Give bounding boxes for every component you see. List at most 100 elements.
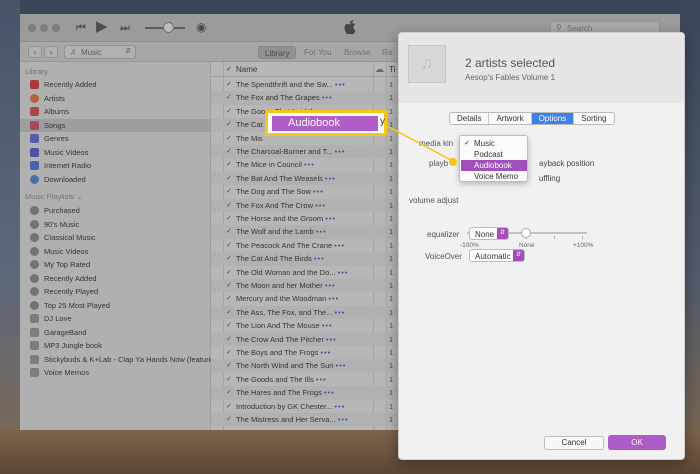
header-check[interactable]: ✓ xyxy=(226,65,232,73)
tab-options[interactable]: Options xyxy=(531,113,575,124)
row-check[interactable]: ✓ xyxy=(226,346,232,359)
more-options-icon[interactable]: ••• xyxy=(325,214,336,223)
zoom-window-button[interactable] xyxy=(52,24,60,32)
row-check[interactable]: ✓ xyxy=(226,118,232,131)
sidebar-item-stickybuds[interactable]: Stickybuds & K+Lab - Clap Ya Hands Now (… xyxy=(20,353,227,366)
row-check[interactable]: ✓ xyxy=(226,91,232,104)
more-options-icon[interactable]: ••• xyxy=(325,281,336,290)
row-check[interactable]: ✓ xyxy=(226,306,232,319)
airplay-icon[interactable]: ◉ xyxy=(196,21,206,34)
sidebar-item-top-25-most-played[interactable]: Top 25 Most Played xyxy=(20,299,210,312)
cloud-icon[interactable]: ☁ xyxy=(375,64,384,75)
sidebar-item-garageband[interactable]: GarageBand xyxy=(20,326,210,339)
column-header-time[interactable]: Ti xyxy=(389,65,395,74)
sidebar-item-downloaded[interactable]: Downloaded xyxy=(20,173,210,186)
tab-details[interactable]: Details xyxy=(450,113,490,124)
row-check[interactable]: ✓ xyxy=(226,158,232,171)
column-header-name[interactable]: Name xyxy=(236,65,257,74)
row-check[interactable]: ✓ xyxy=(226,185,232,198)
more-options-icon[interactable]: ••• xyxy=(334,402,345,411)
row-check[interactable]: ✓ xyxy=(226,292,232,305)
more-options-icon[interactable]: ••• xyxy=(316,375,327,384)
forward-button[interactable]: › xyxy=(44,46,58,58)
playlists-header[interactable]: Music Playlists ⌄ xyxy=(25,192,83,201)
more-options-icon[interactable]: ••• xyxy=(326,335,337,344)
row-check[interactable]: ✓ xyxy=(226,199,232,212)
tab-library[interactable]: Library xyxy=(258,46,297,59)
close-window-button[interactable] xyxy=(28,24,36,32)
voiceover-select[interactable]: Automatic ⇵ xyxy=(469,249,525,262)
tab-artwork[interactable]: Artwork xyxy=(489,113,532,124)
row-check[interactable]: ✓ xyxy=(226,239,232,252)
sidebar-item-songs[interactable]: Songs xyxy=(20,118,210,132)
sidebar-item-artists[interactable]: Artists xyxy=(20,92,210,105)
sidebar-item-recently-added[interactable]: Recently Added xyxy=(20,78,210,91)
row-check[interactable]: ✓ xyxy=(226,145,232,158)
more-options-icon[interactable]: ••• xyxy=(315,201,326,210)
more-options-icon[interactable]: ••• xyxy=(313,187,324,196)
volume-adjust-knob[interactable] xyxy=(521,228,531,238)
row-check[interactable]: ✓ xyxy=(226,413,232,426)
more-options-icon[interactable]: ••• xyxy=(335,308,346,317)
more-options-icon[interactable]: ••• xyxy=(335,80,346,89)
sidebar-item-music-videos-playlist[interactable]: Music Videos xyxy=(20,245,210,258)
row-check[interactable]: ✓ xyxy=(226,252,232,265)
fast-forward-icon[interactable]: ⏭ xyxy=(120,22,130,35)
sidebar-item-dj-love[interactable]: DJ Love xyxy=(20,312,210,325)
sidebar-item-albums[interactable]: Albums xyxy=(20,105,210,118)
media-option-music[interactable]: ✓ Music xyxy=(461,138,527,149)
more-options-icon[interactable]: ••• xyxy=(338,268,349,277)
skip-when-shuffling-label[interactable]: uffling xyxy=(539,174,560,183)
more-options-icon[interactable]: ••• xyxy=(338,415,349,424)
sidebar-item-internet-radio[interactable]: Internet Radio xyxy=(20,159,210,172)
more-options-icon[interactable]: ••• xyxy=(324,388,335,397)
row-check[interactable]: ✓ xyxy=(226,78,232,91)
more-options-icon[interactable]: ••• xyxy=(325,174,336,183)
row-check[interactable]: ✓ xyxy=(226,386,232,399)
rewind-icon[interactable]: ⏮ xyxy=(76,22,86,35)
more-options-icon[interactable]: ••• xyxy=(335,147,346,156)
more-options-icon[interactable]: ••• xyxy=(321,348,332,357)
sidebar-item-90s-music[interactable]: 90's Music xyxy=(20,218,210,231)
more-options-icon[interactable]: ••• xyxy=(322,321,333,330)
tab-radio[interactable]: Ra xyxy=(376,46,398,59)
ok-button[interactable]: OK xyxy=(608,435,666,450)
row-check[interactable]: ✓ xyxy=(226,212,232,225)
minimize-window-button[interactable] xyxy=(40,24,48,32)
volume-slider-knob[interactable] xyxy=(163,22,174,33)
row-check[interactable]: ✓ xyxy=(226,225,232,238)
row-check[interactable]: ✓ xyxy=(226,266,232,279)
more-options-icon[interactable]: ••• xyxy=(334,241,345,250)
equalizer-select[interactable]: None ⇵ xyxy=(469,227,509,240)
sidebar-item-purchased[interactable]: Purchased xyxy=(20,204,210,217)
tab-sorting[interactable]: Sorting xyxy=(574,113,613,124)
row-check[interactable]: ✓ xyxy=(226,400,232,413)
sidebar-item-recently-added-playlist[interactable]: Recently Added xyxy=(20,272,210,285)
tab-browse[interactable]: Browse xyxy=(338,46,377,59)
media-picker[interactable]: ♫ Music ⇵ xyxy=(64,45,136,59)
row-check[interactable]: ✓ xyxy=(226,319,232,332)
row-check[interactable]: ✓ xyxy=(226,105,232,118)
sidebar-item-classical-music[interactable]: Classical Music xyxy=(20,231,210,244)
sidebar-item-my-top-rated[interactable]: My Top Rated xyxy=(20,258,210,271)
sidebar-item-genres[interactable]: Genres xyxy=(20,132,210,145)
tab-for-you[interactable]: For You xyxy=(298,46,338,59)
row-check[interactable]: ✓ xyxy=(226,333,232,346)
cancel-button[interactable]: Cancel xyxy=(544,436,604,450)
sidebar-item-music-videos[interactable]: Music Videos xyxy=(20,146,210,159)
remember-playback-position-label[interactable]: ayback position xyxy=(539,159,594,168)
row-check[interactable]: ✓ xyxy=(226,373,232,386)
back-button[interactable]: ‹ xyxy=(28,46,42,58)
more-options-icon[interactable]: ••• xyxy=(314,254,325,263)
more-options-icon[interactable]: ••• xyxy=(336,361,347,370)
play-icon[interactable]: ▶ xyxy=(96,19,108,34)
more-options-icon[interactable]: ••• xyxy=(328,294,339,303)
row-check[interactable]: ✓ xyxy=(226,132,232,145)
media-option-audiobook[interactable]: Audiobook xyxy=(461,160,527,171)
sidebar-item-recently-played[interactable]: Recently Played xyxy=(20,285,210,298)
sidebar-item-voice-memos[interactable]: Voice Memos xyxy=(20,366,210,379)
media-option-voice-memo[interactable]: Voice Memo xyxy=(461,171,527,182)
row-check[interactable]: ✓ xyxy=(226,279,232,292)
row-check[interactable]: ✓ xyxy=(226,359,232,372)
more-options-icon[interactable]: ••• xyxy=(322,93,333,102)
